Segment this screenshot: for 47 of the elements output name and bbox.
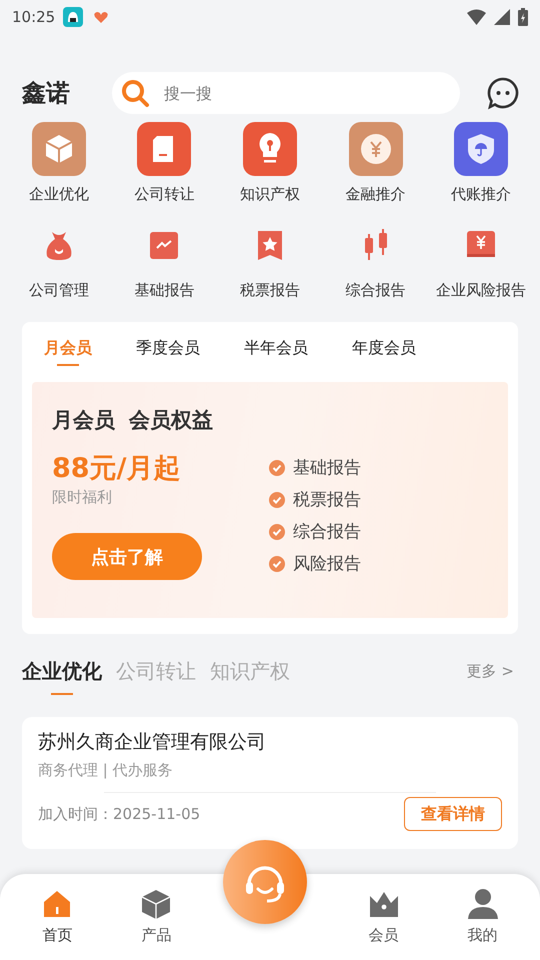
wifi-icon — [467, 9, 486, 25]
benefit-label: 风险报告 — [293, 553, 361, 575]
benefit-label: 综合报告 — [293, 521, 361, 543]
app-notification-icon — [63, 7, 84, 27]
company-tags: 商务代理 | 代办服务 — [38, 761, 502, 780]
company-name: 苏州久商企业管理有限公司 — [38, 730, 267, 755]
plan-price: 88元/月起 — [52, 452, 182, 486]
join-date: 加入时间：2025-11-05 — [38, 804, 200, 824]
yen-coin-icon — [348, 122, 403, 176]
shortcut-item[interactable]: 税票报告 — [240, 281, 300, 300]
nav-tab[interactable]: 产品 — [141, 926, 172, 945]
shortcut-item[interactable]: 企业风险报告 — [436, 281, 526, 300]
shortcut-item[interactable]: 公司管理 — [28, 281, 89, 300]
plan-tab[interactable]: 年度会员 — [352, 330, 416, 366]
plan-tab[interactable]: 季度会员 — [136, 330, 200, 366]
shortcut-item[interactable]: 综合报告 — [346, 281, 406, 300]
shortcut-item[interactable]: 公司转让 — [134, 185, 194, 204]
battery-icon — [518, 8, 528, 26]
plan-title: 月会员 — [52, 408, 115, 432]
nav-tab[interactable]: 会员 — [368, 926, 399, 945]
category-tab[interactable]: 企业优化 — [22, 658, 102, 695]
shortcut-item[interactable]: 金融推介 — [346, 185, 406, 204]
plan-subtitle: 会员权益 — [129, 408, 213, 432]
sim-card-icon — [137, 122, 192, 176]
status-time: 10:25 — [12, 8, 56, 26]
plan-tab[interactable]: 半年会员 — [244, 330, 308, 366]
shortcut-item[interactable]: 代账推介 — [451, 185, 512, 204]
shortcut-item[interactable]: 基础报告 — [134, 281, 194, 300]
nav-tab[interactable]: 我的 — [468, 926, 498, 945]
plan-note: 限时福利 — [52, 488, 113, 507]
shortcut-item[interactable]: 企业优化 — [28, 185, 89, 204]
check-icon — [269, 556, 285, 572]
check-icon — [269, 492, 285, 508]
shield-umbrella-icon — [454, 122, 508, 176]
shortcut-item[interactable]: 知识产权 — [240, 185, 300, 204]
check-icon — [269, 524, 285, 540]
app-brand: 鑫诺 — [22, 78, 71, 109]
box-icon — [32, 122, 86, 176]
search-field[interactable]: 搜一搜 — [112, 72, 460, 114]
signal-icon — [494, 9, 510, 25]
benefit-label: 税票报告 — [293, 489, 361, 511]
check-icon — [269, 460, 285, 476]
search-icon — [120, 78, 150, 108]
lightbulb-icon — [242, 122, 297, 176]
nav-tab[interactable]: 首页 — [42, 926, 72, 945]
benefit-label: 基础报告 — [293, 457, 361, 479]
chat-icon[interactable] — [486, 76, 520, 110]
